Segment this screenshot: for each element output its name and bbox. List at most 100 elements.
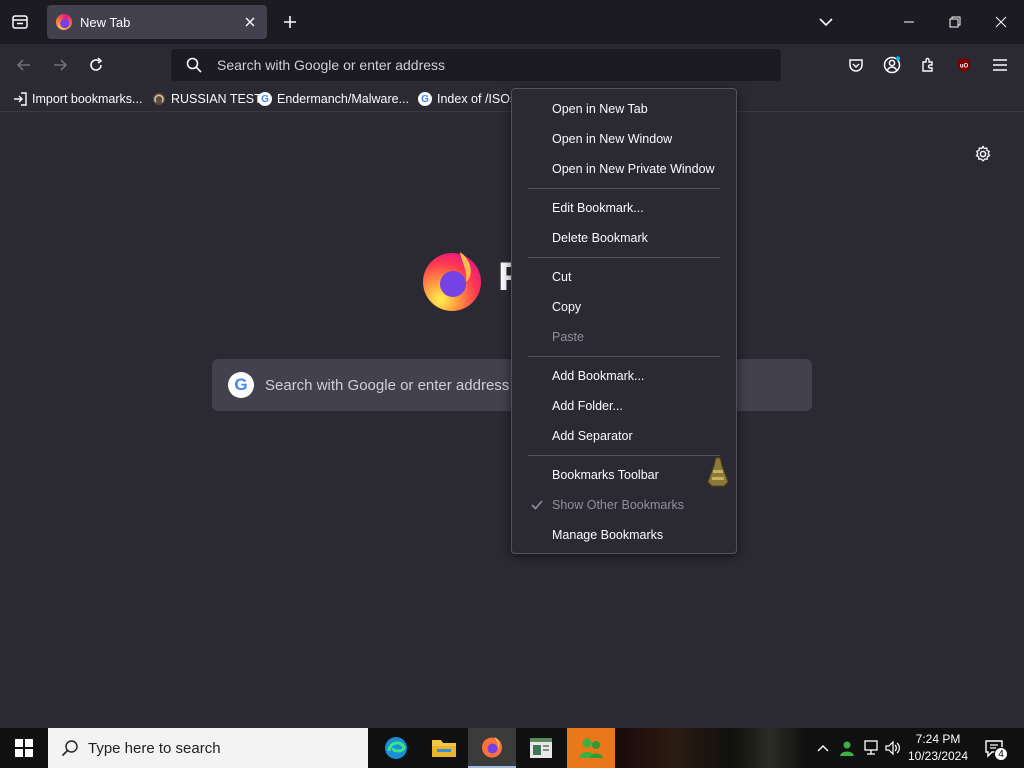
animated-cursor-icon bbox=[707, 457, 729, 487]
list-all-tabs-button[interactable] bbox=[812, 8, 840, 36]
menu-item-manage-bookmarks[interactable]: Manage Bookmarks bbox=[512, 520, 736, 550]
edge-icon bbox=[385, 737, 407, 759]
svg-text:uO: uO bbox=[960, 64, 969, 70]
menu-item-edit-bookmark[interactable]: Edit Bookmark... bbox=[512, 193, 736, 223]
account-icon bbox=[883, 56, 901, 74]
menu-item-label: Bookmarks Toolbar bbox=[552, 468, 659, 482]
clock-time: 7:24 PM bbox=[915, 732, 961, 746]
new-tab-button[interactable] bbox=[276, 8, 304, 36]
network-icon bbox=[864, 740, 878, 755]
puzzle-icon bbox=[922, 57, 933, 72]
search-icon bbox=[185, 56, 203, 74]
reload-button[interactable] bbox=[81, 50, 111, 80]
account-button[interactable] bbox=[877, 50, 907, 80]
menu-item-show-other-bookmarks[interactable]: Show Other Bookmarks bbox=[512, 490, 736, 520]
firefox-view-icon bbox=[12, 15, 28, 29]
taskbar-app-window[interactable] bbox=[517, 728, 565, 768]
menu-item-label: Show Other Bookmarks bbox=[552, 498, 684, 512]
chevron-up-icon bbox=[817, 745, 829, 752]
firefox-logo-icon bbox=[423, 252, 481, 311]
menu-separator bbox=[528, 188, 720, 189]
search-icon bbox=[60, 738, 80, 758]
users-icon bbox=[840, 741, 854, 756]
pocket-icon bbox=[849, 59, 863, 72]
tray-volume[interactable] bbox=[882, 728, 904, 768]
close-tab-button[interactable] bbox=[241, 13, 259, 31]
app-menu-button[interactable] bbox=[985, 50, 1015, 80]
menu-item-add-separator[interactable]: Add Separator bbox=[512, 421, 736, 451]
forward-arrow-icon bbox=[54, 59, 68, 71]
forward-button[interactable] bbox=[45, 50, 75, 80]
menu-item-add-folder[interactable]: Add Folder... bbox=[512, 391, 736, 421]
menu-item-label: Edit Bookmark... bbox=[552, 201, 644, 215]
hamburger-menu-icon bbox=[993, 59, 1007, 71]
back-button[interactable] bbox=[9, 50, 39, 80]
menu-item-label: Cut bbox=[552, 270, 572, 284]
firefox-icon bbox=[482, 737, 502, 758]
menu-item-open-new-tab[interactable]: Open in New Tab bbox=[512, 94, 736, 124]
speaker-icon bbox=[885, 740, 900, 756]
menu-item-label: Add Folder... bbox=[552, 399, 623, 413]
menu-separator bbox=[528, 356, 720, 357]
menu-item-add-bookmark[interactable]: Add Bookmark... bbox=[512, 361, 736, 391]
menu-item-open-new-window[interactable]: Open in New Window bbox=[512, 124, 736, 154]
personalize-button[interactable] bbox=[972, 143, 994, 165]
tray-network[interactable] bbox=[860, 728, 882, 768]
checkmark-icon bbox=[531, 500, 543, 510]
taskbar-app-edge[interactable] bbox=[372, 728, 420, 768]
bookmark-label: Endermanch/Malware... bbox=[277, 92, 410, 106]
newtab-search-placeholder: Search with Google or enter address bbox=[265, 376, 510, 394]
bookmark-label: RUSSIAN TEST bbox=[171, 92, 262, 106]
address-input[interactable] bbox=[217, 57, 757, 73]
taskbar-app-firefox[interactable] bbox=[468, 728, 516, 768]
taskbar-wallpaper-region bbox=[618, 728, 808, 768]
action-center-button[interactable]: 4 bbox=[980, 734, 1008, 762]
windows-logo-icon bbox=[15, 739, 33, 757]
google-icon: G bbox=[417, 91, 433, 107]
firefox-view-button[interactable] bbox=[6, 8, 34, 36]
menu-item-open-private-window[interactable]: Open in New Private Window bbox=[512, 154, 736, 184]
app-icon bbox=[530, 738, 552, 758]
taskbar-app-file-explorer[interactable] bbox=[420, 728, 468, 768]
notification-count-badge: 4 bbox=[994, 747, 1008, 761]
menu-item-paste: Paste bbox=[512, 322, 736, 352]
extensions-button[interactable] bbox=[913, 50, 943, 80]
bookmark-endermanch[interactable]: G Endermanch/Malware... bbox=[257, 89, 409, 109]
menu-item-label: Delete Bookmark bbox=[552, 231, 648, 245]
bookmark-label: Index of /ISOs bbox=[437, 92, 517, 106]
restore-button[interactable] bbox=[932, 0, 978, 44]
bookmark-russian-test[interactable]: RUSSIAN TEST bbox=[151, 89, 262, 109]
taskbar-search-placeholder: Type here to search bbox=[88, 739, 221, 757]
pocket-button[interactable] bbox=[841, 50, 871, 80]
bookmark-index-of-isos[interactable]: G Index of /ISOs bbox=[417, 89, 516, 109]
show-hidden-icons-button[interactable] bbox=[812, 728, 834, 768]
taskbar-app-green[interactable] bbox=[567, 728, 615, 768]
clock-date: 10/23/2024 bbox=[907, 749, 969, 763]
chevron-down-icon bbox=[819, 18, 833, 27]
address-bar[interactable] bbox=[171, 49, 781, 81]
menu-item-copy[interactable]: Copy bbox=[512, 292, 736, 322]
minimize-button[interactable] bbox=[886, 0, 932, 44]
tab-new-tab[interactable]: New Tab bbox=[47, 5, 267, 39]
start-button[interactable] bbox=[0, 728, 48, 768]
bookmark-label: Import bookmarks... bbox=[32, 92, 143, 106]
close-icon bbox=[245, 17, 255, 27]
menu-item-delete-bookmark[interactable]: Delete Bookmark bbox=[512, 223, 736, 253]
menu-item-cut[interactable]: Cut bbox=[512, 262, 736, 292]
menu-item-label: Add Bookmark... bbox=[552, 369, 645, 383]
tab-strip: New Tab bbox=[0, 0, 1024, 44]
bookmark-import[interactable]: Import bookmarks... bbox=[12, 89, 142, 109]
windows-taskbar: Type here to search 7:24 PM 10/23/2024 4 bbox=[0, 728, 1024, 768]
bookmark-context-menu: Open in New Tab Open in New Window Open … bbox=[511, 88, 737, 554]
taskbar-search-box[interactable]: Type here to search bbox=[48, 728, 368, 768]
menu-item-bookmarks-toolbar[interactable]: Bookmarks Toolbar bbox=[512, 460, 736, 490]
taskbar-clock[interactable]: 7:24 PM 10/23/2024 bbox=[904, 731, 972, 765]
close-window-button[interactable] bbox=[978, 0, 1024, 44]
google-icon: G bbox=[257, 91, 273, 107]
minimize-icon bbox=[904, 21, 914, 23]
file-explorer-icon bbox=[432, 740, 456, 757]
menu-item-label: Manage Bookmarks bbox=[552, 528, 664, 542]
tray-user-app[interactable] bbox=[836, 728, 858, 768]
ublock-origin-button[interactable]: uO bbox=[949, 50, 979, 80]
back-arrow-icon bbox=[16, 59, 30, 71]
